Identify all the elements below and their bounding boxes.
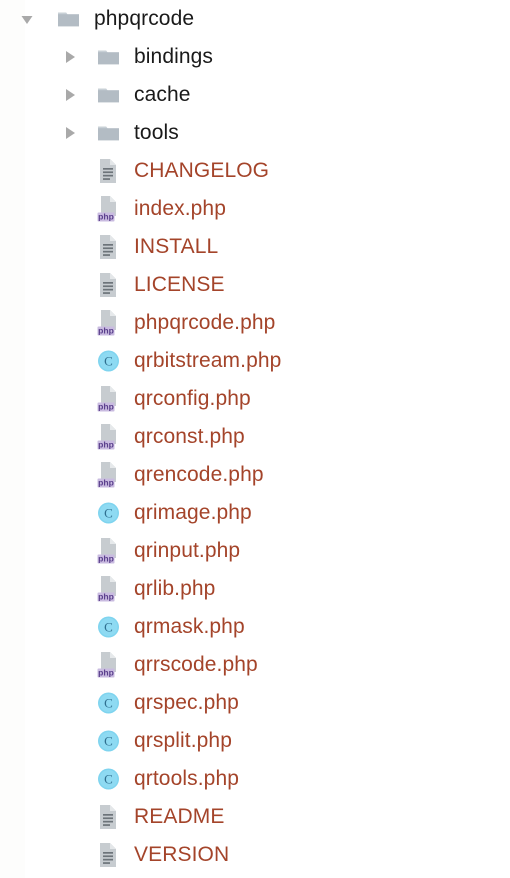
file-name-label: qrsplit.php (134, 729, 232, 752)
tree-row-file[interactable]: Cqrmask.php (0, 608, 510, 646)
php-file-icon: php (97, 195, 121, 223)
php-class-icon: C (97, 499, 121, 527)
tree-row-file[interactable]: php qrencode.php (0, 456, 510, 494)
php-file-icon: php (97, 537, 121, 565)
php-class-icon: C (97, 347, 121, 375)
tree-row-file[interactable]: php qrconfig.php (0, 380, 510, 418)
svg-text:C: C (104, 695, 113, 710)
tree-row-file[interactable]: CHANGELOG (0, 152, 510, 190)
folder-icon (97, 43, 121, 71)
tree-row-file[interactable]: Cqrspec.php (0, 684, 510, 722)
svg-text:C: C (104, 619, 113, 634)
svg-text:C: C (104, 353, 113, 368)
php-file-icon: php (97, 385, 121, 413)
tree-row-file[interactable]: php qrrscode.php (0, 646, 510, 684)
file-name-label: qrconfig.php (134, 387, 251, 410)
tree-row-folder[interactable]: bindings (0, 38, 510, 76)
svg-text:php: php (98, 440, 114, 450)
php-class-icon: C (97, 765, 121, 793)
folder-name-label: phpqrcode (94, 7, 195, 30)
file-name-label: qrspec.php (134, 691, 239, 714)
svg-text:php: php (98, 212, 114, 222)
php-class-icon: C (97, 689, 121, 717)
file-name-label: VERSION (134, 843, 230, 866)
folder-name-label: bindings (134, 45, 214, 68)
tree-row-file[interactable]: Cqrsplit.php (0, 722, 510, 760)
chevron-right-icon[interactable] (61, 48, 79, 66)
php-file-icon: php (97, 575, 121, 603)
folder-name-label: cache (134, 83, 191, 106)
tree-row-file[interactable]: php qrlib.php (0, 570, 510, 608)
tree-row-file[interactable]: Cqrimage.php (0, 494, 510, 532)
folder-name-label: tools (134, 121, 179, 144)
svg-text:php: php (98, 478, 114, 488)
file-name-label: phpqrcode.php (134, 311, 276, 334)
chevron-right-icon[interactable] (61, 124, 79, 142)
svg-text:C: C (104, 771, 113, 786)
php-file-icon: php (97, 461, 121, 489)
folder-icon (97, 81, 121, 109)
tree-row-file[interactable]: Cqrtools.php (0, 760, 510, 798)
file-name-label: qrencode.php (134, 463, 264, 486)
tree-row-file[interactable]: php phpqrcode.php (0, 304, 510, 342)
text-document-icon (97, 803, 121, 831)
file-name-label: qrlib.php (134, 577, 216, 600)
file-tree: phpqrcode bindings cache tools CHANGELOG php i… (0, 0, 510, 874)
svg-text:php: php (98, 668, 114, 678)
tree-row-folder[interactable]: cache (0, 76, 510, 114)
file-name-label: qrinput.php (134, 539, 241, 562)
file-name-label: qrconst.php (134, 425, 245, 448)
folder-icon (97, 119, 121, 147)
folder-icon (57, 5, 81, 33)
text-document-icon (97, 271, 121, 299)
tree-row-file[interactable]: php qrinput.php (0, 532, 510, 570)
svg-text:php: php (98, 402, 114, 412)
php-file-icon: php (97, 651, 121, 679)
text-document-icon (97, 841, 121, 869)
file-name-label: qrimage.php (134, 501, 252, 524)
php-class-icon: C (97, 727, 121, 755)
tree-row-folder[interactable]: phpqrcode (0, 0, 510, 38)
tree-row-file[interactable]: php qrconst.php (0, 418, 510, 456)
chevron-down-icon[interactable] (18, 10, 36, 28)
file-name-label: README (134, 805, 225, 828)
chevron-right-icon[interactable] (61, 86, 79, 104)
tree-row-file[interactable]: VERSION (0, 836, 510, 874)
tree-row-file[interactable]: INSTALL (0, 228, 510, 266)
tree-row-file[interactable]: README (0, 798, 510, 836)
php-class-icon: C (97, 613, 121, 641)
svg-text:C: C (104, 733, 113, 748)
file-name-label: qrrscode.php (134, 653, 258, 676)
tree-row-file[interactable]: php index.php (0, 190, 510, 228)
file-name-label: index.php (134, 197, 226, 220)
svg-text:php: php (98, 592, 114, 602)
file-name-label: qrbitstream.php (134, 349, 282, 372)
text-document-icon (97, 233, 121, 261)
file-name-label: INSTALL (134, 235, 219, 258)
svg-text:php: php (98, 326, 114, 336)
tree-row-file[interactable]: Cqrbitstream.php (0, 342, 510, 380)
text-document-icon (97, 157, 121, 185)
file-name-label: qrtools.php (134, 767, 240, 790)
file-name-label: qrmask.php (134, 615, 245, 638)
file-name-label: LICENSE (134, 273, 225, 296)
php-file-icon: php (97, 423, 121, 451)
tree-row-folder[interactable]: tools (0, 114, 510, 152)
tree-row-file[interactable]: LICENSE (0, 266, 510, 304)
svg-text:php: php (98, 554, 114, 564)
svg-text:C: C (104, 505, 113, 520)
file-name-label: CHANGELOG (134, 159, 270, 182)
php-file-icon: php (97, 309, 121, 337)
